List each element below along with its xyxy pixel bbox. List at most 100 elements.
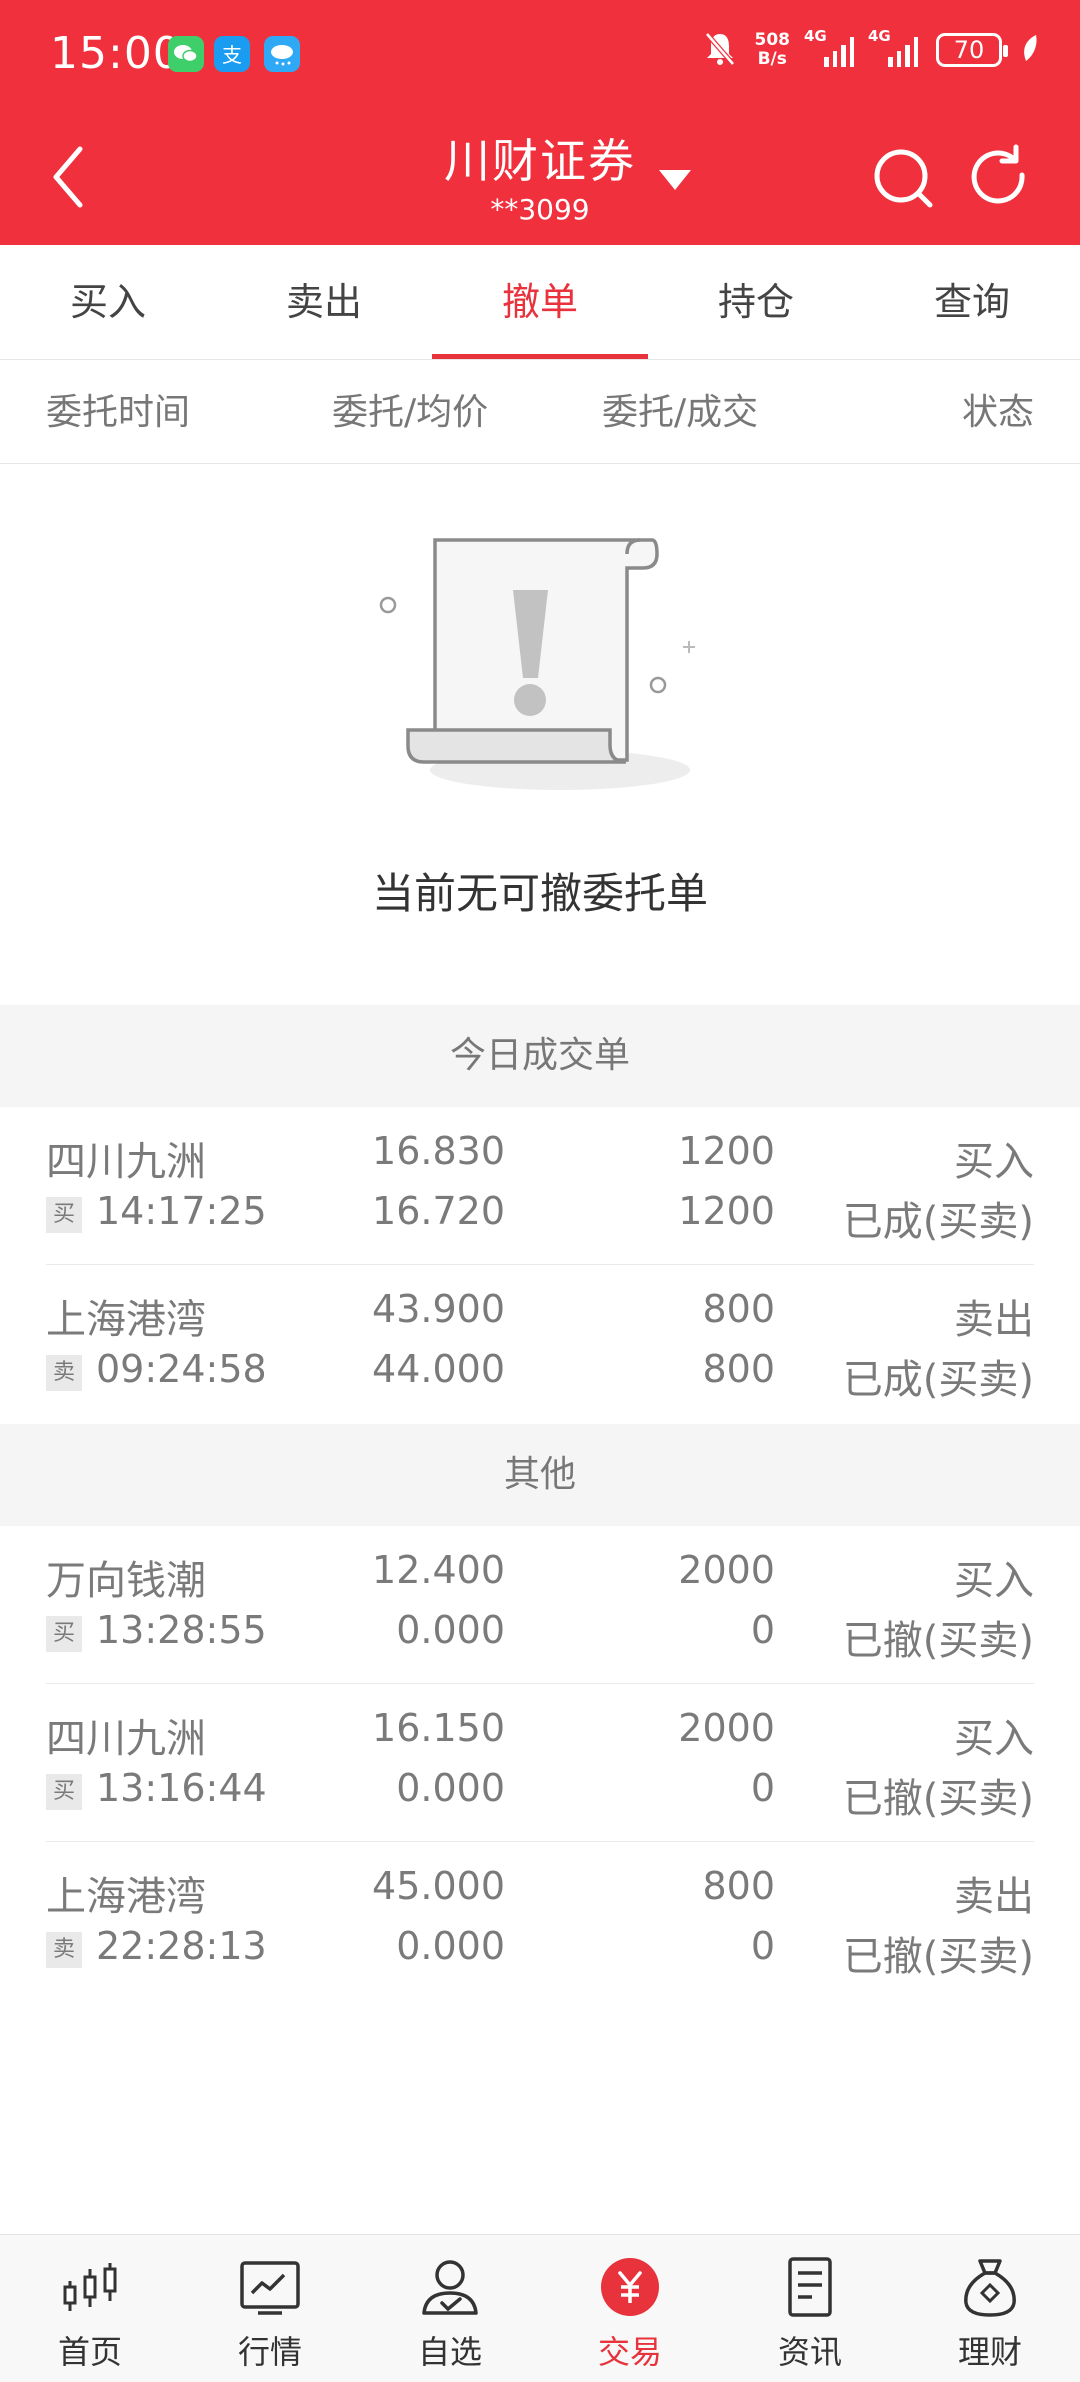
signal-icon: 4G: [804, 27, 854, 67]
account-dropdown-button[interactable]: [655, 160, 695, 200]
column-header-time: 委托时间: [46, 392, 191, 433]
order-quantity: 1200: [678, 1129, 775, 1173]
order-time: 13:28:55: [96, 1608, 267, 1652]
bottom-nav-wealth[interactable]: 理财: [900, 2235, 1080, 2382]
buy-badge: 买: [46, 1197, 82, 1233]
order-side: 买入: [954, 1558, 1034, 1604]
stock-name: 四川九洲: [46, 1716, 206, 1762]
nav-bar: 川财证券 **3099: [0, 115, 1080, 245]
filled-quantity: 1200: [678, 1189, 775, 1233]
tab-buy[interactable]: 买入: [0, 245, 216, 359]
order-status: 已成(买卖): [842, 1199, 1034, 1245]
app-header: 15:00 支 508 B/s 4G 4G 70 川财证券 **3099: [0, 0, 1080, 245]
mute-icon: [703, 30, 737, 70]
filled-quantity: 0: [750, 1608, 775, 1652]
tab-cancel[interactable]: 撤单: [432, 245, 648, 359]
bottom-nav-label: 首页: [57, 2333, 122, 2371]
average-price: 0.000: [396, 1766, 505, 1810]
average-price: 16.720: [372, 1189, 505, 1233]
section-header-other: 其他: [0, 1424, 1080, 1526]
bottom-nav-label: 行情: [237, 2333, 302, 2371]
triangle-down-icon: [659, 170, 691, 190]
bottom-nav-label: 交易: [597, 2333, 662, 2371]
order-status: 已撤(买卖): [842, 1618, 1034, 1664]
alipay-icon: 支: [214, 36, 250, 72]
order-time: 14:17:25: [96, 1189, 267, 1233]
order-price: 43.900: [372, 1287, 505, 1331]
column-headers: 委托时间 委托/均价 委托/成交 状态: [0, 361, 1080, 464]
battery-indicator: 70: [936, 33, 1008, 67]
leaf-icon: [1020, 33, 1040, 67]
signal-label: 4G: [868, 27, 891, 45]
bottom-nav-label: 资讯: [777, 2333, 842, 2371]
order-row[interactable]: 万向钱潮 买 13:28:55 12.400 0.000 2000 0 买入 已…: [0, 1526, 1080, 1684]
order-row[interactable]: 上海港湾 卖 22:28:13 45.000 0.000 800 0 卖出 已撤…: [0, 1842, 1080, 2000]
order-price: 16.150: [372, 1706, 505, 1750]
search-button[interactable]: [868, 143, 938, 213]
order-time: 22:28:13: [96, 1924, 267, 1968]
order-row[interactable]: 四川九洲 买 13:16:44 16.150 0.000 2000 0 买入 已…: [0, 1684, 1080, 1842]
bottom-nav-news[interactable]: 资讯: [720, 2235, 900, 2382]
stock-name: 万向钱潮: [46, 1558, 206, 1604]
order-row[interactable]: 四川九洲 买 14:17:25 16.830 16.720 1200 1200 …: [0, 1107, 1080, 1265]
sell-badge: 卖: [46, 1355, 82, 1391]
order-price: 16.830: [372, 1129, 505, 1173]
order-quantity: 800: [702, 1864, 775, 1908]
filled-quantity: 0: [750, 1766, 775, 1810]
order-side: 买入: [954, 1139, 1034, 1185]
order-quantity: 2000: [678, 1548, 775, 1592]
order-row[interactable]: 上海港湾 卖 09:24:58 43.900 44.000 800 800 卖出…: [0, 1265, 1080, 1423]
yuan-icon: [601, 2258, 659, 2316]
empty-state: 当前无可撤委托单: [0, 465, 1080, 1005]
order-price: 12.400: [372, 1548, 505, 1592]
order-quantity: 2000: [678, 1706, 775, 1750]
column-header-price: 委托/均价: [332, 392, 489, 433]
average-price: 0.000: [396, 1924, 505, 1968]
tab-sell[interactable]: 卖出: [216, 245, 432, 359]
net-speed-value: 508: [754, 30, 791, 50]
order-price: 45.000: [372, 1864, 505, 1908]
status-time: 15:00: [50, 28, 182, 79]
order-status: 已撤(买卖): [842, 1776, 1034, 1822]
tab-query[interactable]: 查询: [864, 245, 1080, 359]
bottom-nav-label: 自选: [417, 2333, 482, 2371]
tab-positions[interactable]: 持仓: [648, 245, 864, 359]
document-icon: [788, 2257, 832, 2317]
user-check-icon: [422, 2260, 478, 2315]
order-side: 卖出: [954, 1297, 1034, 1343]
buy-badge: 买: [46, 1774, 82, 1810]
bottom-nav-trade[interactable]: 交易: [540, 2235, 720, 2382]
stock-name: 上海港湾: [46, 1297, 206, 1343]
signal-icon: 4G: [868, 27, 918, 67]
order-side: 买入: [954, 1716, 1034, 1762]
weather-icon: [264, 36, 300, 72]
status-indicators: 508 B/s 4G 4G 70: [703, 27, 1041, 70]
svg-text:支: 支: [222, 43, 242, 67]
filled-quantity: 800: [702, 1347, 775, 1391]
bottom-nav-home[interactable]: 首页: [0, 2235, 180, 2382]
stock-name: 上海港湾: [46, 1874, 206, 1920]
order-quantity: 800: [702, 1287, 775, 1331]
buy-badge: 买: [46, 1616, 82, 1652]
chart-icon: [240, 2261, 300, 2315]
trade-tabs: 买入 卖出 撤单 持仓 查询: [0, 245, 1080, 360]
column-header-volume: 委托/成交: [602, 392, 759, 433]
search-icon: [874, 149, 933, 208]
average-price: 0.000: [396, 1608, 505, 1652]
money-bag-icon: [964, 2259, 1016, 2317]
net-speed-unit: B/s: [757, 49, 787, 69]
bottom-nav-market[interactable]: 行情: [180, 2235, 360, 2382]
net-speed: 508 B/s: [755, 31, 791, 69]
refresh-button[interactable]: [964, 143, 1034, 213]
order-side: 卖出: [954, 1874, 1034, 1920]
average-price: 44.000: [372, 1347, 505, 1391]
order-status: 已撤(买卖): [842, 1934, 1034, 1980]
section-header-today: 今日成交单: [0, 1005, 1080, 1107]
order-status: 已成(买卖): [842, 1357, 1034, 1403]
order-time: 09:24:58: [96, 1347, 267, 1391]
signal-label: 4G: [804, 27, 827, 45]
bottom-nav-watchlist[interactable]: 自选: [360, 2235, 540, 2382]
empty-document-icon: [379, 538, 695, 790]
empty-message: 当前无可撤委托单: [371, 869, 708, 918]
column-header-status: 状态: [961, 392, 1034, 433]
